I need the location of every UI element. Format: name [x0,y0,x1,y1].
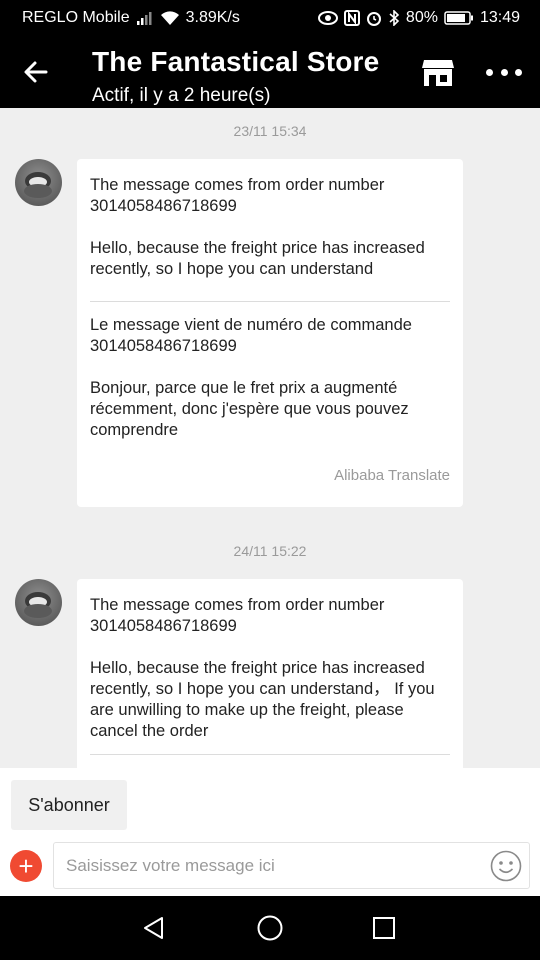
more-dots-icon [515,68,522,76]
arrow-left-icon [24,61,48,83]
system-nav-bar [0,896,540,960]
chat-messages[interactable]: 23/11 15:34 The message comes from order… [0,108,540,768]
nav-back-button[interactable] [138,912,170,944]
avatar-image [24,172,52,198]
translated-text: Le message vient de numéro de commande 3… [90,316,412,355]
battery-percent: 80% [405,9,438,26]
message-text: The message comes from order number 3014… [90,176,385,215]
screen: REGLO Mobile 3.89K/s 80% 13:49 The Fanta… [0,0,540,960]
store-name-title: The Fantastical Store [92,46,380,77]
status-right: 80% 13:49 [317,9,520,27]
message-text: Hello, because the freight price has inc… [90,659,435,740]
message-text: Hello, because the freight price has inc… [90,239,425,278]
translation-credit: Alibaba Translate [334,467,450,484]
plus-icon: + [18,851,34,881]
message-text: The message comes from order number 3014… [90,596,385,635]
message-timestamp: 23/11 15:34 [233,123,307,139]
message-timestamp: 24/11 15:22 [233,543,307,559]
seller-avatar[interactable] [15,159,62,206]
circle-home-icon [257,915,283,941]
nav-recent-button[interactable] [368,912,400,944]
smiley-icon [490,850,522,882]
alarm-icon [366,10,382,26]
triangle-back-icon [144,917,163,939]
subscribe-button[interactable]: S'abonner [11,780,127,830]
translated-text: Bonjour, parce que le fret prix a augmen… [90,379,409,439]
network-speed: 3.89K/s [185,9,240,26]
emoji-button[interactable] [490,850,522,882]
more-dots-icon [500,68,508,76]
more-options-button[interactable] [486,56,522,88]
nav-home-button[interactable] [254,912,286,944]
more-dots-icon [486,68,493,76]
back-button[interactable] [20,56,52,88]
seller-avatar[interactable] [15,579,62,626]
message-bubble[interactable]: The message comes from order number 3014… [77,159,463,507]
chat-header: The Fantastical Store Actif, il y a 2 he… [0,36,540,108]
add-attachment-button[interactable]: + [10,850,42,882]
carrier-name: REGLO Mobile [22,9,130,26]
active-status: Actif, il y a 2 heure(s) [92,85,271,106]
avatar-image [24,592,52,618]
composer-area: S'abonner + [0,768,540,896]
signal-icon [136,11,154,25]
message-input[interactable] [53,842,530,889]
battery-icon [444,11,474,25]
status-bar: REGLO Mobile 3.89K/s 80% 13:49 [0,0,540,36]
status-left: REGLO Mobile 3.89K/s [22,9,240,27]
message-bubble[interactable]: The message comes from order number 3014… [77,579,463,768]
translation-divider [90,754,450,755]
square-recent-icon [373,917,395,939]
eye-icon [317,11,338,25]
bluetooth-icon [388,10,400,26]
nfc-icon [343,10,360,26]
translation-divider [90,301,450,302]
clock-time: 13:49 [479,9,520,26]
wifi-icon [160,10,180,26]
store-button[interactable] [421,56,455,88]
store-icon [422,60,454,86]
